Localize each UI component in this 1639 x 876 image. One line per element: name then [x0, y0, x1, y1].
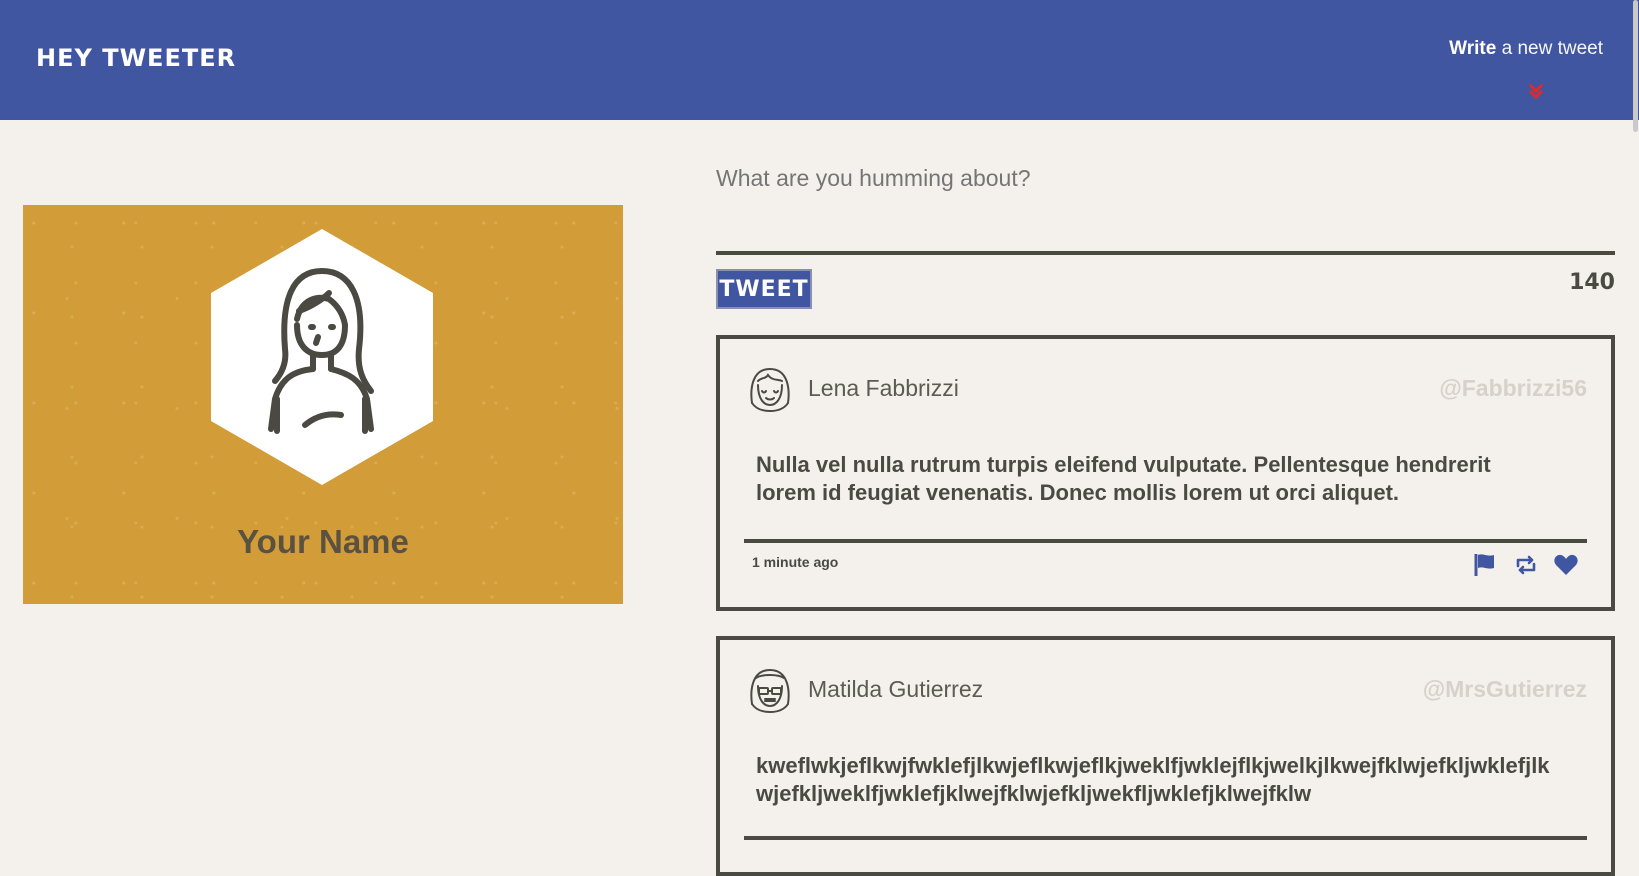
logo[interactable]: Hey Tweeter [36, 44, 236, 72]
flag-icon[interactable] [1472, 552, 1498, 578]
write-rest-text: a new tweet [1496, 38, 1603, 59]
top-nav: Hey Tweeter Write a new tweet [0, 0, 1639, 120]
tweet-actions [1462, 552, 1579, 578]
tweet-divider [744, 539, 1587, 543]
write-new-tweet-link[interactable]: Write a new tweet [1449, 38, 1603, 60]
tweet-card: Lena Fabbrizzi @Fabbrizzi56 Nulla vel nu… [716, 335, 1615, 611]
heart-icon[interactable] [1553, 552, 1579, 578]
tweet-card: Matilda Gutierrez @MrsGutierrez kweflwkj… [716, 636, 1615, 876]
tweet-text: Nulla vel nulla rutrum turpis eleifend v… [756, 452, 1491, 505]
tweet-author[interactable]: Lena Fabbrizzi [808, 375, 959, 402]
profile-card: Your Name [23, 205, 623, 604]
tweet-compose-input[interactable] [716, 165, 1616, 192]
sunglasses-avatar-icon [750, 668, 790, 714]
scrollbar[interactable] [1631, 0, 1639, 847]
tweet-button[interactable]: Tweet [716, 269, 812, 309]
woman-avatar-icon [211, 229, 433, 485]
tweet-handle[interactable]: @Fabbrizzi56 [1439, 375, 1587, 402]
retweet-icon[interactable] [1513, 552, 1539, 578]
tweet-author[interactable]: Matilda Gutierrez [808, 676, 983, 703]
write-strong-text: Write [1449, 38, 1497, 59]
smiling-girl-avatar-icon [750, 367, 790, 413]
tweet-divider [744, 836, 1587, 840]
profile-name: Your Name [237, 523, 409, 560]
tweet-text: kweflwkjeflkwjfwklefjlkwjeflkwjeflkjwekl… [756, 753, 1550, 806]
tweet-timestamp: 1 minute ago [752, 554, 839, 570]
double-chevron-down-icon[interactable] [1527, 82, 1545, 100]
compose-underline [716, 251, 1615, 255]
scrollbar-thumb[interactable] [1633, 0, 1638, 132]
character-counter: 140 [1569, 270, 1615, 295]
tweet-handle[interactable]: @MrsGutierrez [1423, 676, 1587, 703]
